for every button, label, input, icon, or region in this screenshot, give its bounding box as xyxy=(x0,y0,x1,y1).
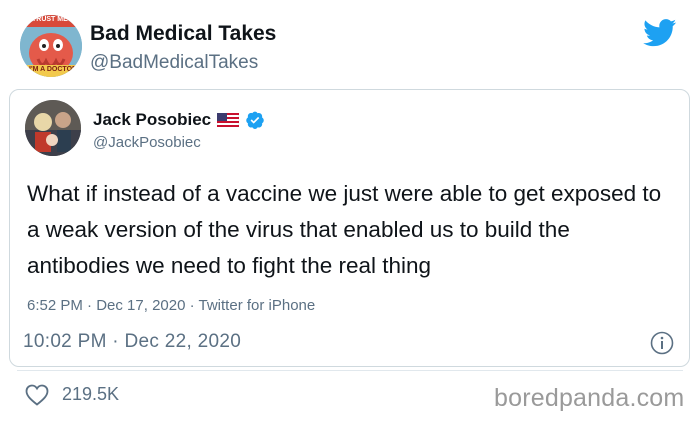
us-flag-icon xyxy=(217,113,240,127)
boredpanda-watermark: boredpanda.com xyxy=(494,384,685,412)
avatar-caption-top: TRUST ME xyxy=(32,16,68,23)
twitter-bird-icon[interactable] xyxy=(643,19,677,47)
avatar-caption-bottom: I'M A DOCTOR xyxy=(29,66,78,73)
quoted-tweet-source[interactable]: Twitter for iPhone xyxy=(199,297,316,314)
quoted-tweet-meta: 6:52 PM · Dec 17, 2020 · Twitter for iPh… xyxy=(27,297,315,314)
quoted-tweet-date[interactable]: Dec 17, 2020 xyxy=(96,297,185,314)
outer-tweet-date[interactable]: 10:02 PM · Dec 22, 2020 xyxy=(23,331,241,353)
footer-divider xyxy=(17,370,683,371)
outer-author-name[interactable]: Bad Medical Takes xyxy=(90,22,276,46)
quoted-author-row: Jack Posobiec xyxy=(93,110,265,130)
heart-icon[interactable] xyxy=(25,384,49,406)
meta-separator: · xyxy=(82,297,97,314)
verified-badge-icon xyxy=(246,111,264,129)
like-count[interactable]: 219.5K xyxy=(62,384,119,405)
info-icon[interactable] xyxy=(650,331,674,355)
quoted-author-handle[interactable]: @JackPosobiec xyxy=(93,134,201,151)
quoted-author-avatar[interactable] xyxy=(25,100,81,156)
family-photo-icon xyxy=(25,100,81,156)
outer-avatar[interactable]: TRUST ME I'M A DOCTOR xyxy=(20,15,82,77)
quoted-author-name[interactable]: Jack Posobiec xyxy=(93,110,211,130)
outer-author-handle[interactable]: @BadMedicalTakes xyxy=(90,52,258,74)
quoted-tweet-text: What if instead of a vaccine we just wer… xyxy=(27,181,662,278)
quoted-tweet-time[interactable]: 6:52 PM xyxy=(27,297,83,314)
meta-separator: · xyxy=(185,297,199,314)
